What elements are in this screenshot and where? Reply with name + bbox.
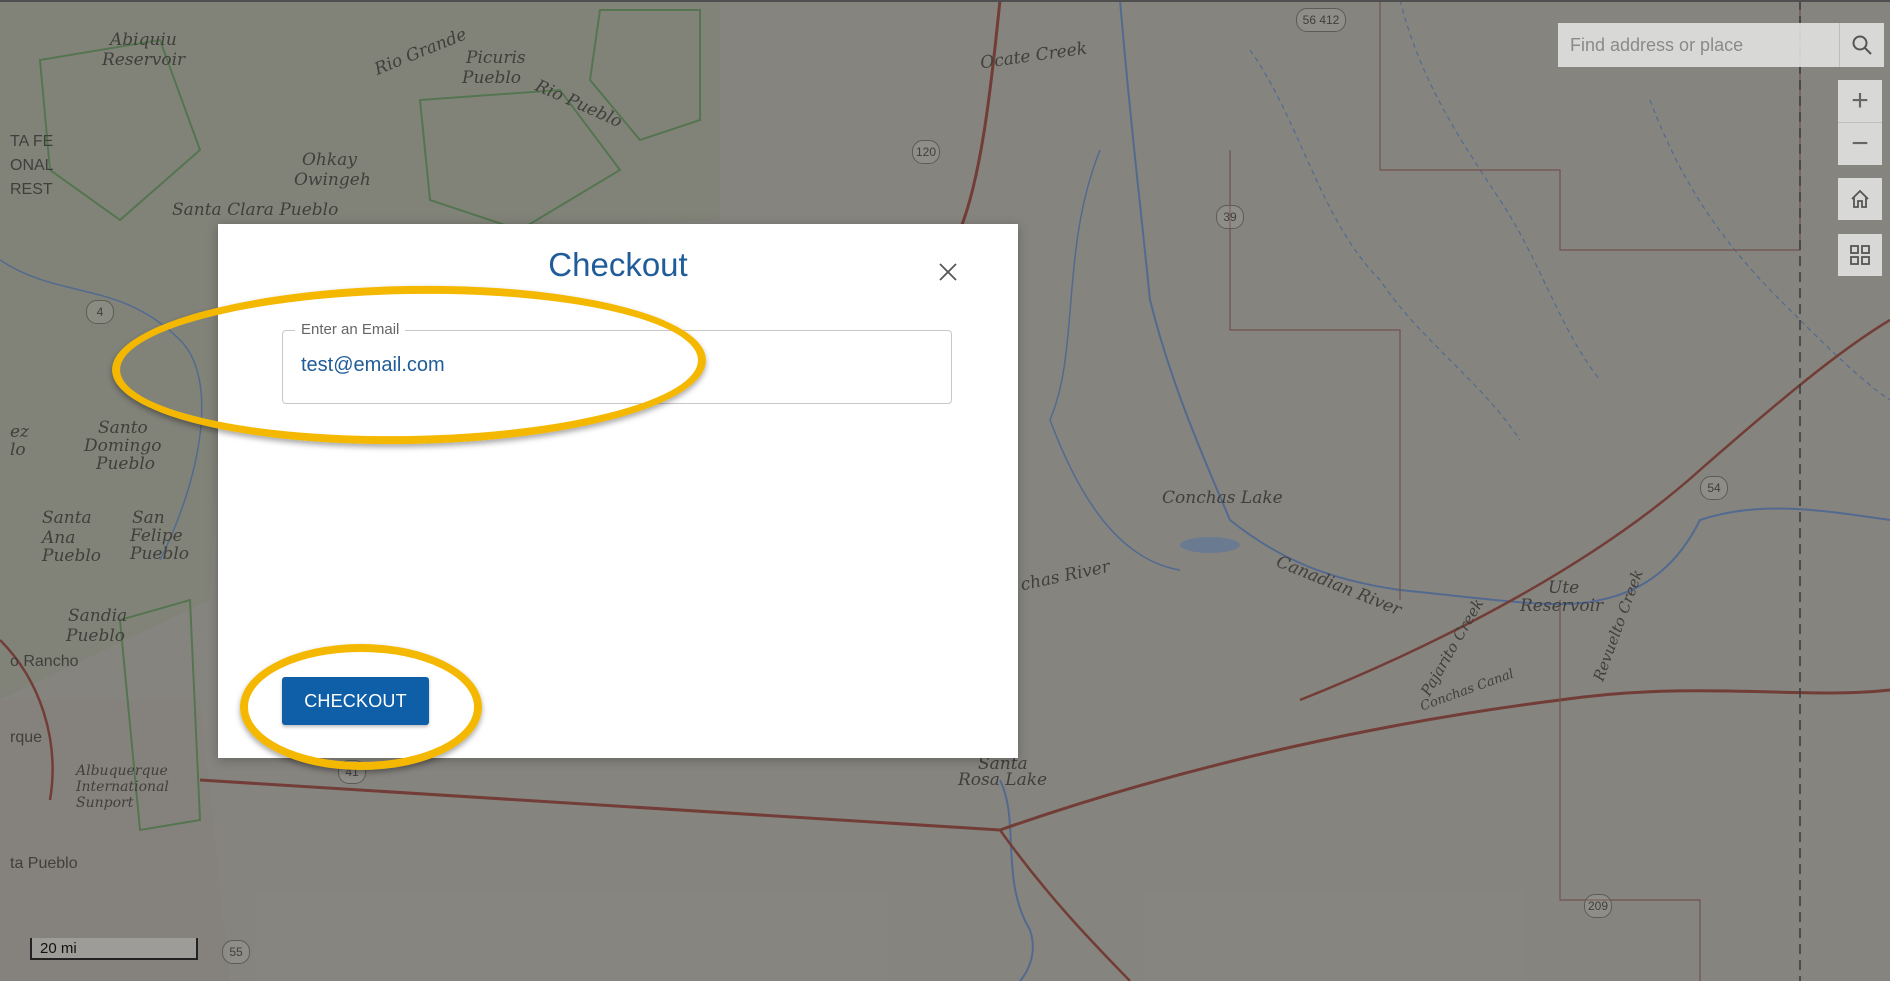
close-button[interactable] xyxy=(936,260,960,284)
checkout-dialog: Checkout Enter an Email CHECKOUT xyxy=(218,224,1018,758)
grid-icon xyxy=(1850,245,1870,265)
scale-bar: 20 mi xyxy=(30,938,198,960)
checkout-button[interactable]: CHECKOUT xyxy=(282,677,429,725)
zoom-out-button[interactable]: − xyxy=(1838,123,1882,165)
dialog-title: Checkout xyxy=(548,246,688,283)
plus-icon: + xyxy=(1851,84,1869,117)
minus-icon: − xyxy=(1851,127,1869,160)
home-icon xyxy=(1851,189,1869,208)
basemap-gallery-button[interactable] xyxy=(1838,234,1882,276)
zoom-in-button[interactable]: + xyxy=(1838,80,1882,122)
map-search xyxy=(1558,23,1884,67)
close-icon xyxy=(939,263,957,281)
email-input[interactable] xyxy=(299,353,933,378)
home-button[interactable] xyxy=(1838,178,1882,220)
email-field: Enter an Email xyxy=(282,321,952,404)
search-button[interactable] xyxy=(1839,23,1884,67)
search-input[interactable] xyxy=(1558,23,1839,67)
search-icon xyxy=(1852,35,1872,55)
email-field-label: Enter an Email xyxy=(295,321,406,339)
